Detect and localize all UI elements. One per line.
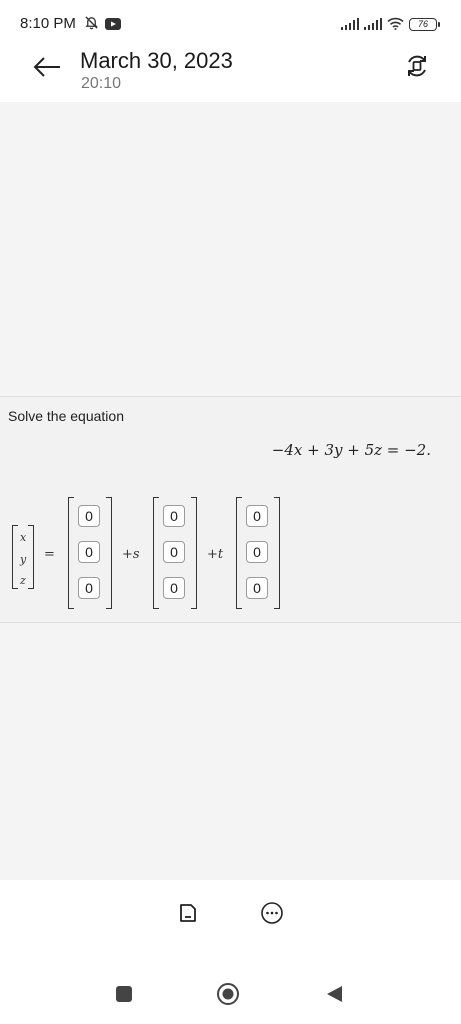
status-time: 8:10 PM — [20, 15, 76, 32]
plus-s-label: +s — [122, 547, 140, 562]
document-icon — [177, 902, 199, 928]
variable-z: z — [20, 574, 26, 587]
battery-icon: 76 — [409, 17, 440, 31]
problem-panel: Solve the equation −4x + 3y + 5z = −2. x… — [0, 396, 461, 623]
signal-icon — [364, 15, 382, 34]
answer-input-s2[interactable]: 0 — [163, 541, 185, 563]
answer-input-t1[interactable]: 0 — [246, 505, 268, 527]
plus-t-label: +t — [207, 547, 224, 562]
more-button[interactable] — [259, 902, 285, 928]
equation: −4x + 3y + 5z = −2. — [271, 441, 431, 459]
back-nav-button[interactable] — [322, 984, 346, 1008]
bottom-toolbar — [0, 880, 461, 950]
home-button[interactable] — [216, 982, 240, 1010]
variable-x: x — [20, 531, 27, 544]
home-circle-icon — [216, 982, 240, 1010]
status-icons-right: 76 — [341, 14, 440, 34]
bracket-left — [236, 497, 242, 609]
page-title: March 30, 2023 — [80, 48, 233, 73]
back-triangle-icon — [324, 984, 344, 1008]
bracket-right — [106, 497, 112, 609]
rotate-button[interactable] — [403, 54, 431, 82]
bracket-left — [12, 525, 18, 589]
screenshot-preview[interactable]: Solve the equation −4x + 3y + 5z = −2. x… — [0, 102, 461, 880]
answer-input-c3[interactable]: 0 — [78, 577, 100, 599]
answer-input-t2[interactable]: 0 — [246, 541, 268, 563]
recents-button[interactable] — [112, 984, 136, 1008]
back-arrow-icon — [32, 56, 62, 82]
status-bar: 8:10 PM 76 — [0, 0, 461, 48]
recents-square-icon — [115, 985, 133, 1007]
answer-input-s1[interactable]: 0 — [163, 505, 185, 527]
signal-icon — [341, 15, 359, 34]
variable-y: y — [20, 553, 27, 566]
bracket-right — [28, 525, 34, 589]
document-button[interactable] — [175, 902, 201, 928]
bracket-right — [274, 497, 280, 609]
navigation-bar — [0, 960, 461, 1024]
status-icons-left — [84, 14, 121, 34]
answer-input-s3[interactable]: 0 — [163, 577, 185, 599]
bracket-left — [68, 497, 74, 609]
bracket-right — [191, 497, 197, 609]
header: March 30, 2023 20:10 — [0, 48, 461, 102]
mute-bell-icon — [84, 15, 99, 34]
wifi-icon — [387, 15, 404, 34]
page-subtitle: 20:10 — [81, 75, 122, 92]
answer-input-c1[interactable]: 0 — [78, 505, 100, 527]
problem-instruction: Solve the equation — [8, 408, 124, 424]
rotate-icon — [404, 53, 430, 83]
answer-input-t3[interactable]: 0 — [246, 577, 268, 599]
equals-sign: = — [44, 547, 55, 562]
more-icon — [260, 901, 284, 929]
youtube-icon — [105, 15, 121, 34]
back-button[interactable] — [30, 54, 64, 84]
bracket-left — [153, 497, 159, 609]
answer-input-c2[interactable]: 0 — [78, 541, 100, 563]
